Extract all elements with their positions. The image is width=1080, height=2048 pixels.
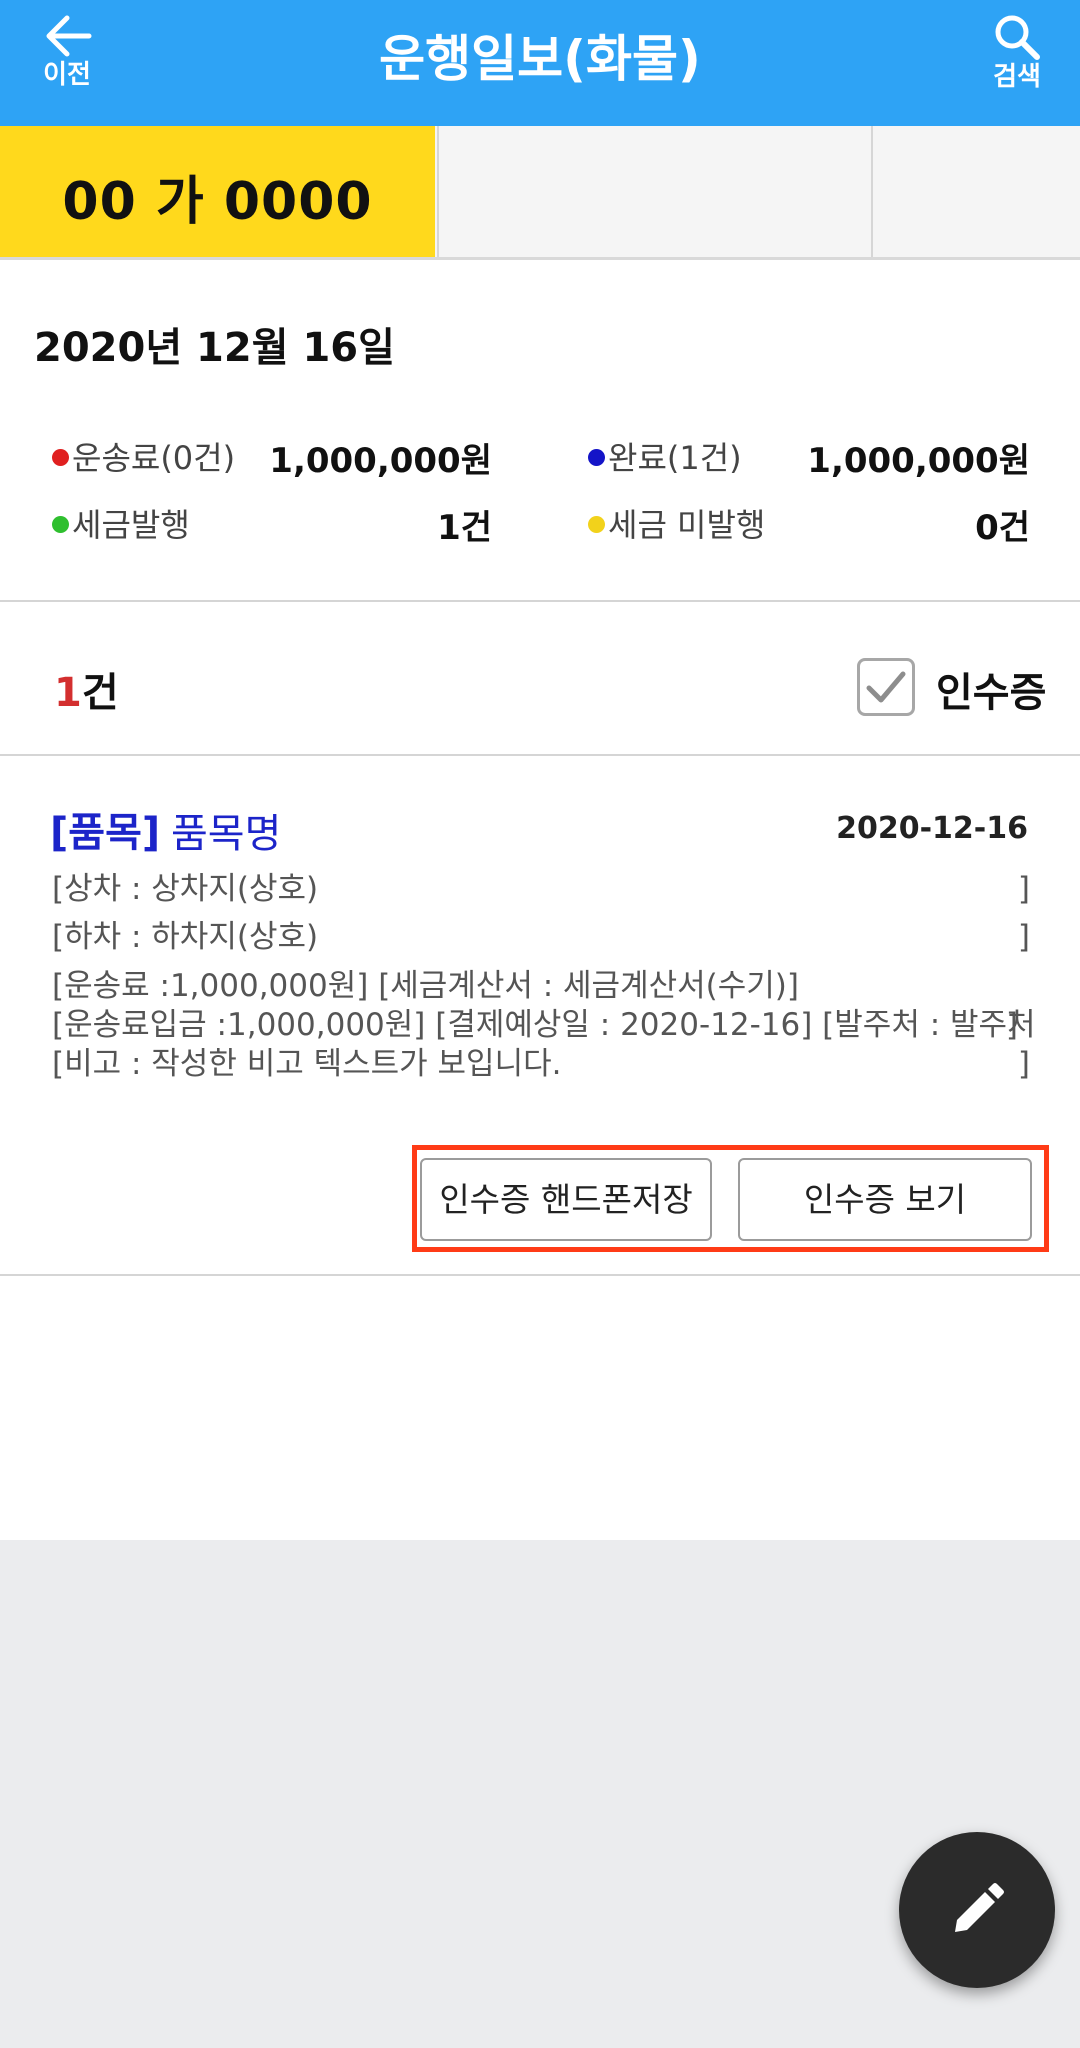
yellow-dot-icon bbox=[588, 516, 605, 533]
detail-bracket: ] bbox=[1005, 1007, 1018, 1043]
item-name: 품목명 bbox=[171, 811, 282, 857]
summary-value: 1,000,000원 bbox=[269, 441, 492, 481]
detail-text: [하차 : 하차지(상호) bbox=[52, 919, 319, 955]
divider bbox=[0, 1274, 1080, 1276]
summary-label: 완료(1건) bbox=[608, 439, 742, 477]
vehicle-tabs: 00 가 0000 bbox=[0, 126, 1080, 260]
summary-tax-unissued: 세금 미발행 0건 bbox=[588, 500, 1030, 550]
detail-freight: [운송료 :1,000,000원] [세금계산서 : 세금계산서(수기)] bbox=[52, 966, 1030, 1006]
summary-label: 세금발행 bbox=[72, 506, 190, 544]
summary-value: 0건 bbox=[975, 508, 1030, 548]
summary-date: 2020년 12월 16일 bbox=[34, 325, 395, 371]
detail-text: [운송료 :1,000,000원] [세금계산서 : 세금계산서(수기)] bbox=[52, 968, 799, 1004]
pencil-icon bbox=[955, 1883, 1004, 1932]
summary-value: 1,000,000원 bbox=[807, 441, 1030, 481]
summary-label: 세금 미발행 bbox=[608, 506, 766, 544]
summary-complete: 완료(1건) 1,000,000원 bbox=[588, 433, 1030, 483]
detail-loading: [상차 : 상차지(상호) ] bbox=[52, 869, 1030, 909]
detail-text: [비고 : 작성한 비고 텍스트가 보입니다. bbox=[52, 1046, 562, 1082]
save-receipt-button[interactable]: 인수증 핸드폰저장 bbox=[420, 1158, 712, 1241]
receipt-checkbox[interactable] bbox=[857, 658, 915, 716]
summary-tax-issued: 세금발행 1건 bbox=[52, 500, 492, 550]
detail-bracket: ] bbox=[1017, 871, 1030, 907]
divider bbox=[0, 754, 1080, 756]
summary-freight: 운송료(0건) 1,000,000원 bbox=[52, 433, 492, 483]
tab-vehicle-1[interactable]: 00 가 0000 bbox=[0, 126, 435, 257]
detail-note: [비고 : 작성한 비고 텍스트가 보입니다. ] bbox=[52, 1044, 1030, 1084]
search-label: 검색 bbox=[993, 62, 1041, 92]
record-count: 1건 bbox=[54, 660, 119, 718]
check-icon bbox=[866, 671, 906, 703]
detail-bracket: ] bbox=[1017, 919, 1030, 955]
search-button[interactable]: 검색 bbox=[962, 0, 1072, 126]
detail-payment: [운송료입금 :1,000,000원] [결제예상일 : 2020-12-16]… bbox=[52, 1005, 1036, 1045]
tab-vehicle-2[interactable] bbox=[437, 126, 871, 257]
summary-value: 1건 bbox=[437, 508, 492, 548]
record-count-suffix: 건 bbox=[81, 670, 119, 716]
item-tag: [품목] bbox=[50, 810, 161, 856]
edit-fab-button[interactable] bbox=[899, 1832, 1055, 1988]
main-content: 2020년 12월 16일 운송료(0건) 1,000,000원 완료(1건) … bbox=[0, 260, 1080, 1540]
receipt-checkbox-label[interactable]: 인수증 bbox=[936, 660, 1046, 718]
page-title: 운행일보(화물) bbox=[379, 30, 701, 88]
tab-vehicle-1-label: 00 가 0000 bbox=[62, 172, 373, 232]
view-receipt-button[interactable]: 인수증 보기 bbox=[738, 1158, 1032, 1241]
item-date: 2020-12-16 bbox=[836, 811, 1028, 846]
divider bbox=[0, 600, 1080, 602]
green-dot-icon bbox=[52, 516, 69, 533]
detail-text: [상차 : 상차지(상호) bbox=[52, 871, 319, 907]
detail-text: [운송료입금 :1,000,000원] [결제예상일 : 2020-12-16]… bbox=[52, 1007, 1036, 1043]
search-icon bbox=[995, 15, 1040, 60]
detail-unloading: [하차 : 하차지(상호) ] bbox=[52, 917, 1030, 957]
summary-label: 운송료(0건) bbox=[72, 439, 236, 477]
red-dot-icon bbox=[52, 449, 69, 466]
record-count-number: 1 bbox=[54, 670, 82, 716]
blue-dot-icon bbox=[588, 449, 605, 466]
tab-vehicle-3[interactable] bbox=[871, 126, 1080, 257]
app-header: 이전 운행일보(화물) 검색 bbox=[0, 0, 1080, 126]
detail-bracket: ] bbox=[1017, 1046, 1030, 1082]
